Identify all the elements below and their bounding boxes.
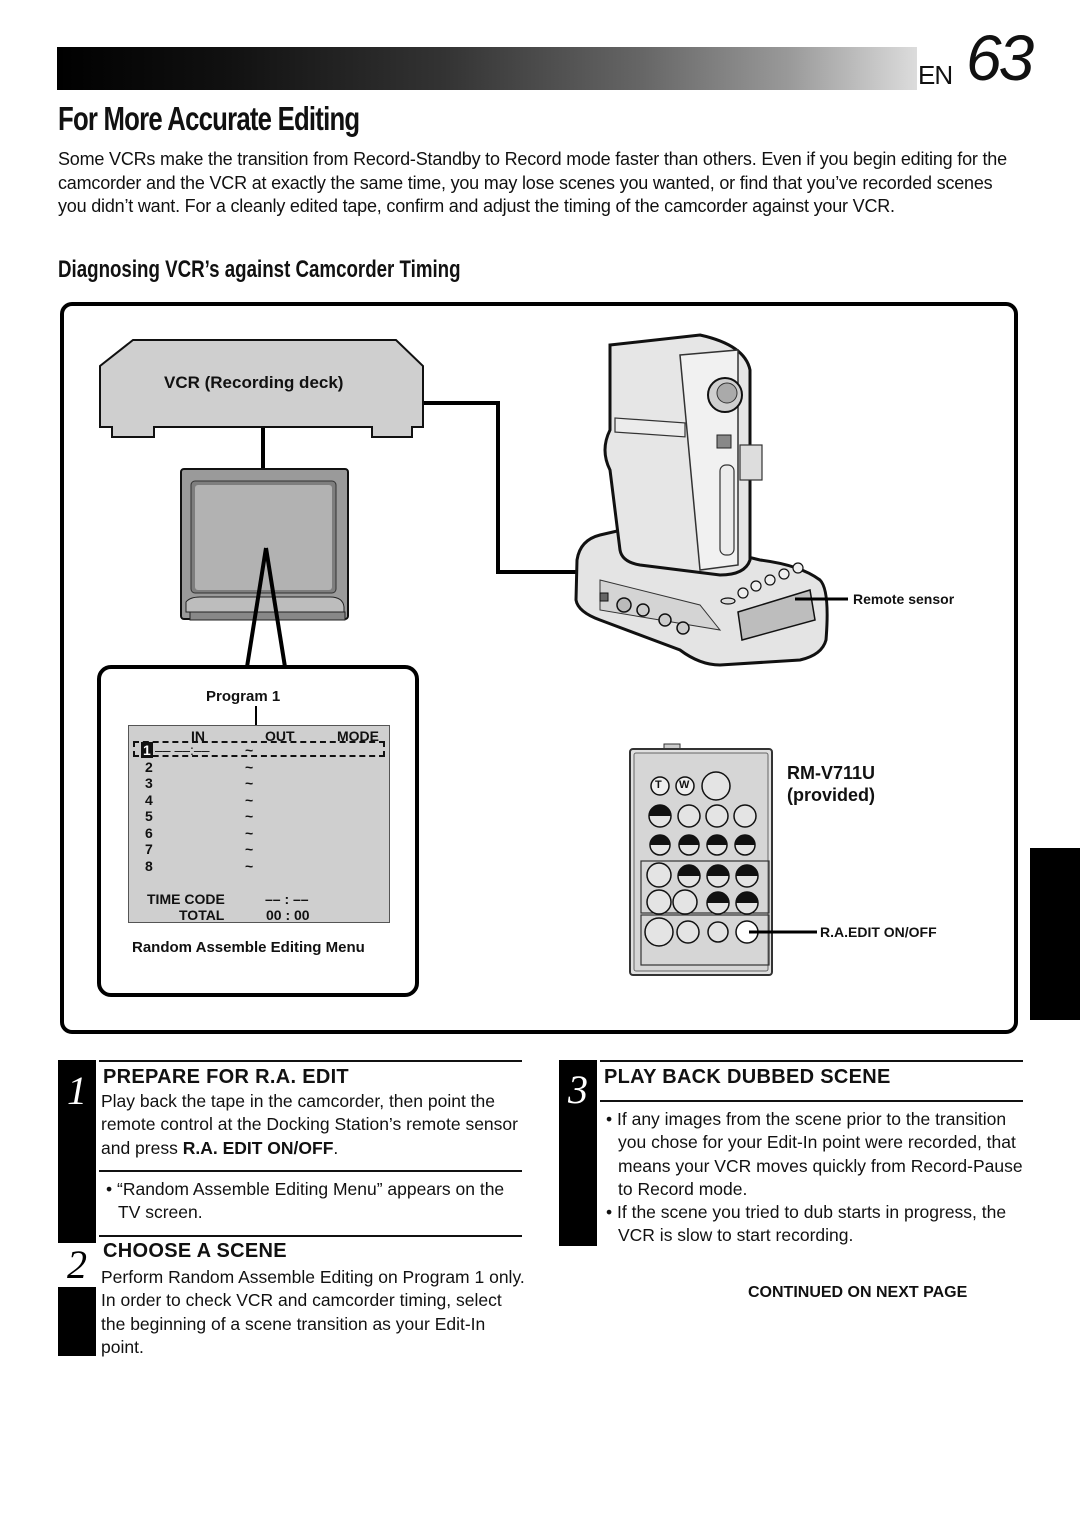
menu-row-tilde: ~	[245, 841, 254, 857]
step-2-title: CHOOSE A SCENE	[103, 1240, 287, 1262]
step-1-rule	[99, 1060, 522, 1062]
step-1-title: PREPARE FOR R.A. EDIT	[103, 1066, 349, 1088]
program-label: Program 1	[206, 688, 281, 705]
menu-row-num: 3	[145, 775, 153, 791]
step-number-text: 3	[568, 1067, 588, 1112]
camcorder-icon	[603, 333, 763, 577]
menu-time-code-label: TIME CODE	[147, 891, 225, 907]
menu-row-tilde: ~	[245, 858, 254, 874]
zoom-tele-icon: T	[655, 779, 662, 791]
menu-row-num: 2	[145, 759, 153, 775]
av-cable	[423, 401, 580, 574]
step-1-sub-rule	[99, 1170, 522, 1172]
step-number-text: 2	[67, 1242, 87, 1287]
menu-row-tilde: ~	[245, 775, 254, 791]
menu-row-num: 4	[145, 792, 153, 808]
remote-provided-label: (provided)	[787, 785, 875, 805]
step-3-bullet: • If any images from the scene prior to …	[606, 1109, 1023, 1199]
ra-edit-label: R.A.EDIT ON/OFF	[820, 924, 937, 940]
menu-total-label: TOTAL	[179, 907, 225, 923]
menu-row-tilde: ~	[245, 792, 254, 808]
step-2-body: Perform Random Assemble Editing on Progr…	[101, 1267, 525, 1357]
remote-model-label: RM-V711U	[787, 763, 876, 783]
vcr-label: VCR (Recording deck)	[164, 373, 344, 392]
random-assemble-editing-menu: IN OUT MODE 1 –– ––:–– ~ 2 ~ 3 ~ 4 ~ 5 ~…	[128, 725, 390, 923]
step-3-number: 3	[559, 1060, 597, 1246]
step-3-rule	[600, 1060, 1023, 1062]
step-1-bullet: • “Random Assemble Editing Menu” appears…	[106, 1179, 505, 1223]
menu-row-num: 8	[145, 858, 153, 874]
menu-row-tilde: ~	[245, 825, 254, 841]
menu-row-num: 7	[145, 841, 153, 857]
continued-notice: CONTINUED ON NEXT PAGE	[748, 1284, 968, 1301]
menu-row-1-tilde: ~	[245, 742, 254, 758]
step-1-body: Play back the tape in the camcorder, the…	[101, 1091, 518, 1158]
step-3-bullets: • If any images from the scene prior to …	[606, 1108, 1026, 1248]
remote-control-icon	[629, 743, 773, 976]
menu-row-num: 5	[145, 808, 153, 824]
menu-row-tilde: ~	[245, 759, 254, 775]
menu-row-tilde: ~	[245, 808, 254, 824]
menu-row-1-in: –– ––:––	[155, 742, 210, 758]
ra-edit-button-ref: R.A. EDIT ON/OFF	[182, 1137, 334, 1158]
menu-total-value: 00 : 00	[266, 907, 310, 923]
step-2-rule	[99, 1235, 522, 1237]
section-tab-marker	[1030, 848, 1080, 1020]
menu-time-code-value: –– : ––	[265, 891, 309, 907]
step-3-sub-rule	[600, 1100, 1023, 1102]
menu-caption: Random Assemble Editing Menu	[132, 939, 365, 956]
tv-icon	[180, 468, 349, 621]
step-3-bullet: • If the scene you tried to dub starts i…	[606, 1202, 1007, 1246]
menu-row-1-num: 1	[141, 742, 153, 758]
zoom-wide-icon: W	[679, 779, 690, 791]
menu-row-num: 6	[145, 825, 153, 841]
step-3-title: PLAY BACK DUBBED SCENE	[604, 1066, 891, 1088]
step-number-text: 1	[67, 1068, 87, 1113]
step-2-number: 2	[58, 1243, 96, 1287]
remote-sensor-label: Remote sensor	[853, 591, 955, 607]
